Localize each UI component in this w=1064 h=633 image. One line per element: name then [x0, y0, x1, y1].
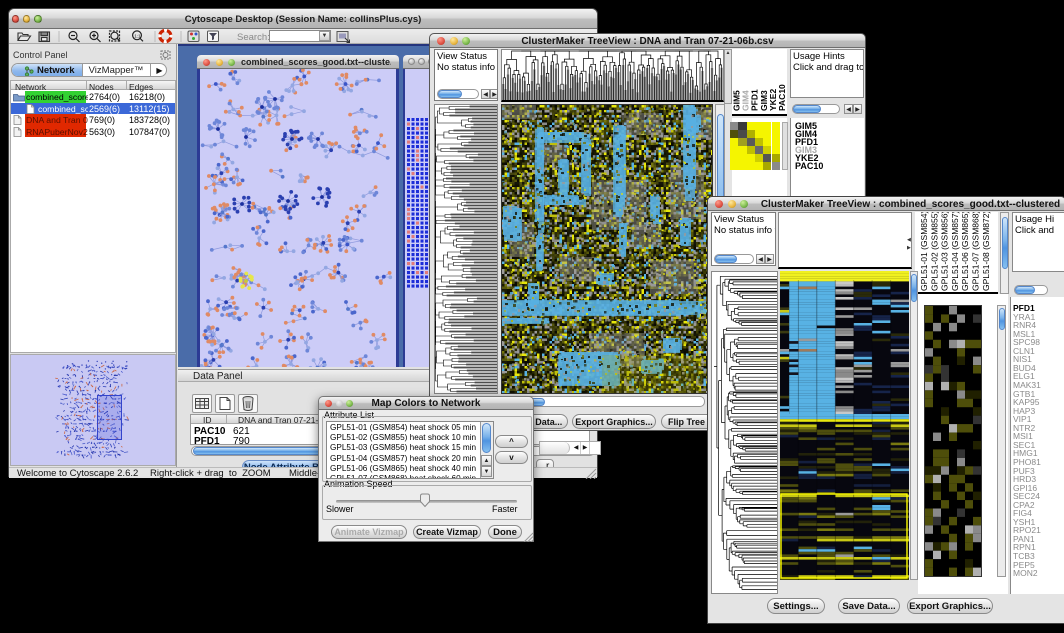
svg-text:GPL51-04 (GSM857): GPL51-04 (GSM857) — [950, 212, 960, 291]
svg-text:GPL51-08 (GSM872): GPL51-08 (GSM872) — [981, 212, 991, 291]
svg-text:GPL51-02 (GSM855): GPL51-02 (GSM855) — [929, 212, 939, 291]
svg-text:1:1: 1:1 — [134, 33, 141, 38]
svg-text:GPL51-06 (GSM865): GPL51-06 (GSM865) — [960, 212, 970, 291]
svg-text:GPL51-07 (GSM868): GPL51-07 (GSM868) — [971, 212, 981, 291]
svg-text:GPL51-01 (GSM854): GPL51-01 (GSM854) — [919, 212, 929, 291]
svg-text:PAC10: PAC10 — [777, 84, 787, 111]
svg-text:GPL51-03 (GSM856): GPL51-03 (GSM856) — [940, 212, 950, 291]
